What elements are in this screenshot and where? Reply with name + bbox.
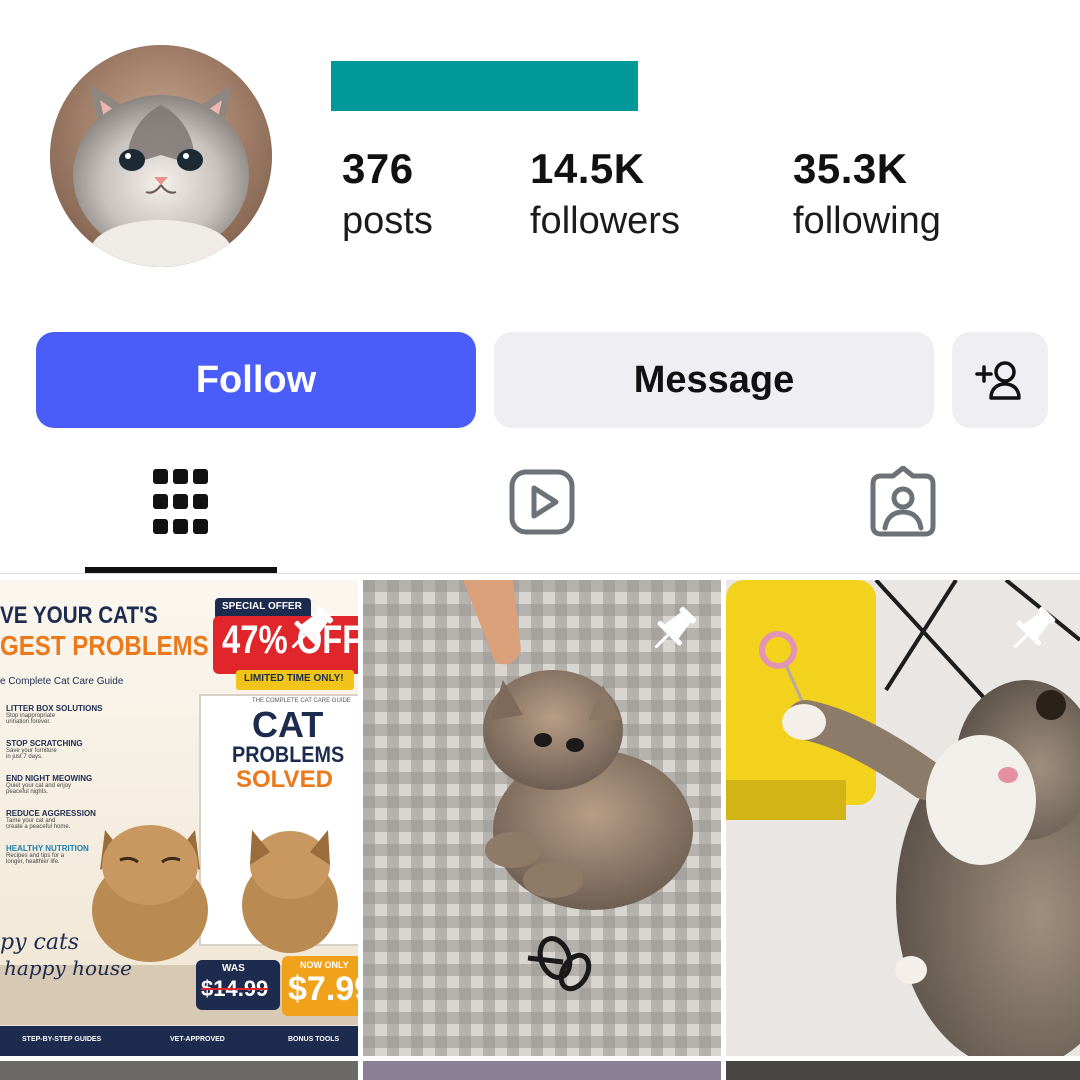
follow-button[interactable]: Follow xyxy=(36,332,476,428)
ad-feature-item: REDUCE AGGRESSION Tame your cat and create… xyxy=(6,809,116,830)
posts-count-label: posts xyxy=(342,200,433,242)
following-count[interactable]: 35.3K following xyxy=(793,145,941,249)
ad-feature-item: STOP SCRATCHING Save your furniture in jus… xyxy=(6,739,116,760)
ad-limited-time: LIMITED TIME ONLY! xyxy=(244,673,344,684)
post-tile[interactable]: VE YOUR CAT'S GEST PROBLEMS e Complete C… xyxy=(0,580,358,1056)
suggested-users-button[interactable] xyxy=(952,332,1048,428)
ad-feature-title: LITTER BOX SOLUTIONS xyxy=(6,704,103,713)
add-person-icon xyxy=(975,361,1021,400)
ad-was-price: $14.99 xyxy=(201,976,269,1001)
ad-headline-line-1: VE YOUR CAT'S xyxy=(0,602,158,629)
ad-feature-title: HEALTHY NUTRITION xyxy=(6,844,89,853)
ad-feature-desc: in just 7 days. xyxy=(6,754,43,760)
ad-book-title-1: CAT xyxy=(252,704,324,745)
followers-count-label: followers xyxy=(530,200,680,242)
ad-now-price: $7.99 xyxy=(288,970,358,1008)
tagged-icon xyxy=(870,466,936,537)
ad-feature-desc: peaceful nights. xyxy=(6,789,49,795)
posts-count-value: 376 xyxy=(342,145,414,192)
tab-tagged[interactable] xyxy=(843,462,963,542)
reels-icon xyxy=(509,469,575,535)
ad-book-title-2: PROBLEMS xyxy=(232,742,345,767)
post-tile[interactable] xyxy=(363,580,721,1056)
ad-footer-item: VET-APPROVED xyxy=(170,1036,225,1043)
ad-feature-title: END NIGHT MEOWING xyxy=(6,774,93,783)
ad-was-label: WAS xyxy=(222,963,245,974)
posts-count[interactable]: 376 posts xyxy=(342,145,433,249)
ad-feature-desc: create a peaceful home. xyxy=(6,824,71,830)
pin-icon xyxy=(654,606,697,649)
post-tile[interactable] xyxy=(726,580,1080,1056)
ad-script-line-1: py cats xyxy=(0,930,80,955)
ad-script-line-2: happy house xyxy=(4,956,132,980)
ad-feature-desc: urination forever. xyxy=(6,719,51,725)
username-redaction xyxy=(331,61,638,111)
following-count-value: 35.3K xyxy=(793,145,908,192)
grid-icon xyxy=(153,469,208,534)
ad-feature-title: STOP SCRATCHING xyxy=(6,739,83,748)
followers-count[interactable]: 14.5K followers xyxy=(530,145,680,249)
ad-now-label: NOW ONLY xyxy=(300,960,349,970)
ad-footer-item: STEP-BY-STEP GUIDES xyxy=(22,1036,102,1043)
ad-feature-list: LITTER BOX SOLUTIONS Stop inappropriate ur… xyxy=(6,704,116,879)
following-count-label: following xyxy=(793,200,941,242)
followers-count-value: 14.5K xyxy=(530,145,645,192)
ad-feature-item: END NIGHT MEOWING Quiet your cat and enjo… xyxy=(6,774,116,795)
ad-feature-item: LITTER BOX SOLUTIONS Stop inappropriate ur… xyxy=(6,704,116,725)
tab-reels[interactable] xyxy=(482,462,602,542)
ad-footer-item: BONUS TOOLS xyxy=(288,1036,340,1043)
pin-icon xyxy=(1013,606,1056,649)
ad-feature-desc: longer, healthier life. xyxy=(6,859,60,865)
post-tile[interactable] xyxy=(0,1061,358,1080)
message-button[interactable]: Message xyxy=(494,332,934,428)
avatar[interactable] xyxy=(50,45,272,267)
post-tile[interactable] xyxy=(363,1061,721,1080)
tabs-divider xyxy=(0,573,1080,574)
ad-feature-title: REDUCE AGGRESSION xyxy=(6,809,96,818)
ad-feature-item: HEALTHY NUTRITION Recipes and tips for al… xyxy=(6,844,116,865)
pin-icon xyxy=(291,606,334,649)
tab-posts-grid[interactable] xyxy=(121,462,241,542)
post-tile[interactable] xyxy=(726,1061,1080,1080)
ad-subtitle: e Complete Cat Care Guide xyxy=(0,676,124,687)
ad-headline-line-2: GEST PROBLEMS xyxy=(0,630,209,661)
ad-book-title-3: SOLVED xyxy=(236,766,333,793)
